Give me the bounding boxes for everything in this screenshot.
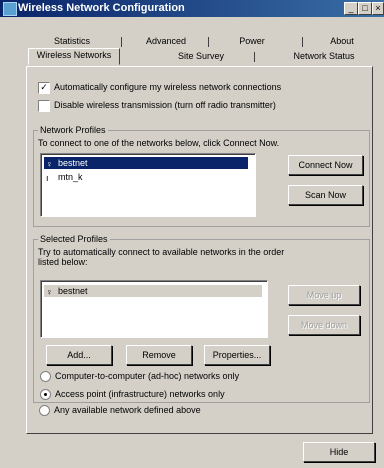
tab-row-front: Wireless Networks Site Survey Network St… <box>26 48 371 65</box>
wireless-networks-panel: ✓ Automatically configure my wireless ne… <box>26 66 373 434</box>
auto-configure-checkbox[interactable]: ✓ <box>38 82 50 94</box>
tab-site-survey[interactable]: Site Survey <box>168 50 234 63</box>
move-down-button[interactable]: Move down <box>288 315 360 335</box>
selected-profiles-label: Selected Profiles <box>38 234 110 244</box>
profile-name: bestnet <box>58 286 88 296</box>
network-app-icon <box>3 2 17 16</box>
tab-power[interactable]: Power <box>222 35 282 48</box>
tab-divider <box>254 52 255 62</box>
maximize-button[interactable]: □ <box>358 2 372 15</box>
list-item[interactable]: ı mtn_k <box>44 171 248 183</box>
adhoc-radio[interactable] <box>40 371 51 382</box>
hide-button[interactable]: Hide <box>303 442 375 462</box>
properties-button[interactable]: Properties... <box>204 345 270 365</box>
network-profiles-instruction: To connect to one of the networks below,… <box>38 138 280 148</box>
selected-profiles-instruction-2: listed below: <box>38 257 88 267</box>
window-title: Wireless Network Configuration <box>18 2 185 14</box>
profile-name: mtn_k <box>58 172 83 182</box>
minimize-button[interactable]: _ <box>344 2 358 15</box>
disable-transmission-checkbox[interactable] <box>38 100 50 112</box>
tab-row-back: Statistics Advanced Power About <box>26 35 371 49</box>
adhoc-label: Computer-to-computer (ad-hoc) networks o… <box>55 371 240 381</box>
tab-wireless-networks[interactable]: Wireless Networks <box>28 48 120 65</box>
network-profiles-list[interactable]: ♀ bestnet ı mtn_k <box>40 153 256 217</box>
wireless-profile-icon: ♀ <box>46 287 53 297</box>
network-profiles-group: Network Profiles To connect to one of th… <box>33 125 370 227</box>
wireless-profile-icon: ♀ <box>46 159 53 169</box>
wireless-profile-icon: ı <box>46 173 49 183</box>
list-item[interactable]: ♀ bestnet <box>44 285 262 297</box>
tab-about[interactable]: About <box>318 35 366 48</box>
selected-profiles-instruction-1: Try to automatically connect to availabl… <box>38 247 285 257</box>
list-item[interactable]: ♀ bestnet <box>44 157 248 169</box>
tab-network-status[interactable]: Network Status <box>280 50 368 63</box>
infrastructure-label: Access point (infrastructure) networks o… <box>55 389 225 399</box>
wireless-config-window: Wireless Network Configuration _ □ × Sta… <box>0 0 384 468</box>
tab-divider <box>302 37 303 47</box>
selected-profiles-group: Selected Profiles Try to automatically c… <box>33 234 370 403</box>
tab-divider <box>208 37 209 47</box>
disable-transmission-label: Disable wireless transmission (turn off … <box>54 100 276 110</box>
profile-name: bestnet <box>58 158 88 168</box>
title-bar[interactable]: Wireless Network Configuration _ □ × <box>0 0 384 17</box>
tab-statistics[interactable]: Statistics <box>40 35 104 48</box>
infrastructure-radio[interactable] <box>40 389 51 400</box>
selected-profiles-list[interactable]: ♀ bestnet <box>40 280 268 338</box>
any-network-radio[interactable] <box>39 405 50 416</box>
move-up-button[interactable]: Move up <box>288 285 360 305</box>
scan-now-button[interactable]: Scan Now <box>288 185 363 205</box>
close-button[interactable]: × <box>372 2 384 15</box>
add-button[interactable]: Add... <box>46 345 112 365</box>
network-profiles-label: Network Profiles <box>38 125 108 135</box>
auto-configure-label: Automatically configure my wireless netw… <box>54 82 282 92</box>
tab-divider <box>121 37 122 47</box>
tab-advanced[interactable]: Advanced <box>134 35 198 48</box>
connect-now-button[interactable]: Connect Now <box>288 155 363 175</box>
any-network-label: Any available network defined above <box>54 405 201 415</box>
remove-button[interactable]: Remove <box>126 345 192 365</box>
